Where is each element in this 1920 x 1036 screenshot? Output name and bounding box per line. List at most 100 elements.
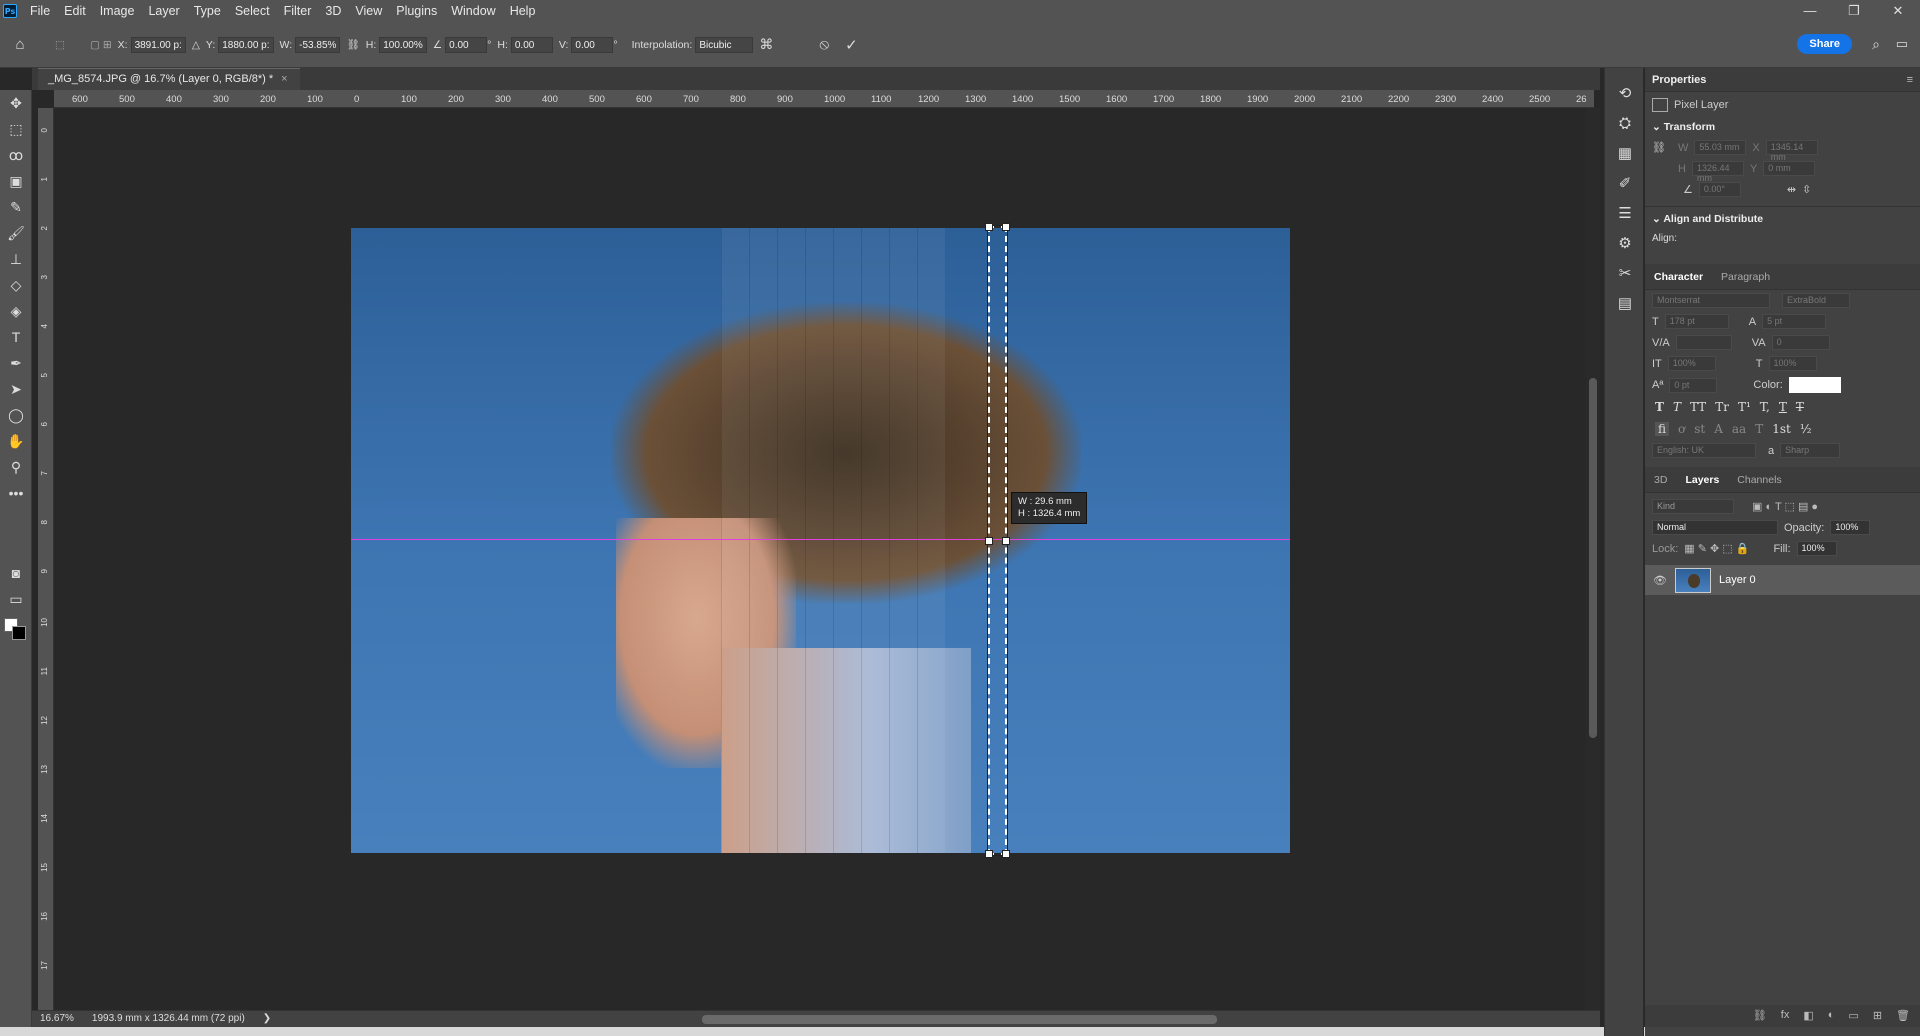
layer-filter-select[interactable]: Kind <box>1652 499 1734 514</box>
commit-transform-icon[interactable]: ✓ <box>845 36 858 54</box>
ordinals-button[interactable]: 1st <box>1772 422 1791 436</box>
screen-mode-icon[interactable]: ▭ <box>0 586 32 612</box>
brush-tool-icon[interactable]: 🖌 <box>0 220 32 246</box>
vertical-scroll-thumb[interactable] <box>1589 378 1597 738</box>
transform-bounding-box[interactable] <box>985 223 1010 858</box>
adjustment-layer-icon[interactable]: ◐ <box>1828 1009 1835 1023</box>
fractions-button[interactable]: ½ <box>1800 422 1812 436</box>
transform-handle[interactable] <box>1002 850 1010 858</box>
delta-icon[interactable]: △ <box>192 39 200 51</box>
marquee-tool-icon[interactable]: ⬚ <box>0 116 32 142</box>
reference-point-icon[interactable]: ▢ ⊞ <box>90 39 112 51</box>
transform-w-input[interactable]: 55.03 mm <box>1694 140 1747 155</box>
properties-icon[interactable]: ⚙ <box>1605 228 1645 258</box>
new-group-icon[interactable]: ▭ <box>1848 1009 1858 1023</box>
cancel-transform-icon[interactable]: ⦸ <box>819 36 829 53</box>
menu-plugins[interactable]: Plugins <box>389 0 444 22</box>
object-select-tool-icon[interactable]: ▣ <box>0 168 32 194</box>
antialias-select[interactable]: Sharp <box>1780 443 1841 458</box>
opacity-input[interactable]: 100% <box>1830 520 1871 535</box>
link-layers-icon[interactable]: ⛓ <box>1753 1009 1767 1023</box>
blend-mode-select[interactable]: Normal <box>1652 520 1778 535</box>
menu-file[interactable]: File <box>23 0 57 22</box>
fill-input[interactable]: 100% <box>1796 541 1837 556</box>
hand-tool-icon[interactable]: ✋ <box>0 428 32 454</box>
menu-filter[interactable]: Filter <box>277 0 319 22</box>
more-tools-icon[interactable]: ••• <box>0 480 32 506</box>
transform-handle[interactable] <box>985 223 993 231</box>
link-icon[interactable]: ⛓ <box>346 38 359 51</box>
ellipse-tool-icon[interactable]: ◯ <box>0 402 32 428</box>
menu-window[interactable]: Window <box>444 0 502 22</box>
delete-layer-icon[interactable]: 🗑 <box>1896 1009 1910 1023</box>
discretionary-ligatures-button[interactable]: st <box>1694 422 1705 436</box>
menu-image[interactable]: Image <box>93 0 142 22</box>
vertical-scrollbar[interactable] <box>1586 108 1600 1010</box>
titling-button[interactable]: T <box>1755 422 1763 436</box>
hskew-input[interactable]: 0.00 <box>510 36 553 53</box>
warp-icon[interactable]: ⌘ <box>759 36 773 53</box>
tab-channels[interactable]: Channels <box>1728 474 1790 486</box>
lock-icons[interactable]: ▦ ✎ ✥ ⬚ 🔒 <box>1684 542 1749 555</box>
eraser-tool-icon[interactable]: ◇ <box>0 272 32 298</box>
kerning-input[interactable] <box>1675 335 1732 350</box>
swash-button[interactable]: A <box>1714 422 1723 436</box>
w-input[interactable]: -53.85% <box>295 36 341 53</box>
home-icon[interactable]: ⌂ <box>0 36 40 53</box>
subscript-button[interactable]: T, <box>1760 400 1770 414</box>
visibility-eye-icon[interactable]: 👁 <box>1653 574 1667 587</box>
vertical-ruler[interactable]: 0123456789101112131415161718 <box>38 108 54 1019</box>
flip-horizontal-icon[interactable]: ⇹ <box>1787 183 1796 196</box>
minimize-button[interactable]: — <box>1788 0 1832 22</box>
vertical-scale-input[interactable]: 100% <box>1667 356 1716 371</box>
superscript-button[interactable]: T¹ <box>1738 400 1751 414</box>
small-caps-button[interactable]: Tr <box>1715 400 1729 414</box>
photo-canvas[interactable] <box>351 228 1290 853</box>
align-section-header[interactable]: ⌄ Align and Distribute <box>1645 206 1920 229</box>
transform-handle[interactable] <box>985 850 993 858</box>
stamp-tool-icon[interactable]: ⊥ <box>0 246 32 272</box>
x-input[interactable]: 3891.00 p: <box>130 36 186 53</box>
quick-mask-icon[interactable]: ◙ <box>0 560 32 586</box>
transform-h-input[interactable]: 1326.44 mm <box>1691 161 1744 183</box>
panel-menu-icon[interactable]: ≡ <box>1907 74 1913 86</box>
angle-input[interactable]: 0.00 <box>445 36 488 53</box>
baseline-input[interactable]: 0 pt <box>1669 377 1718 393</box>
transform-angle-input[interactable]: 0.00° <box>1698 182 1741 197</box>
faux-italic-button[interactable]: T <box>1673 400 1681 414</box>
3d-icon[interactable]: ⛭ <box>1605 108 1645 138</box>
interpolation-select[interactable]: Bicubic <box>695 36 754 53</box>
filter-icons[interactable]: ▣ ◐ T ⬚ ▤ ● <box>1752 500 1818 513</box>
horizontal-scroll-thumb[interactable] <box>702 1015 1217 1024</box>
restore-button[interactable]: ❐ <box>1832 0 1876 22</box>
horizontal-scale-input[interactable]: 100% <box>1768 356 1817 371</box>
background-color-swatch[interactable] <box>12 626 26 640</box>
faux-bold-button[interactable]: T <box>1655 400 1664 414</box>
vskew-input[interactable]: 0.00 <box>571 36 614 53</box>
lasso-tool-icon[interactable]: ꝏ <box>0 142 32 168</box>
menu-help[interactable]: Help <box>503 0 543 22</box>
layer-style-icon[interactable]: fx <box>1781 1009 1790 1023</box>
libraries-icon[interactable]: ▤ <box>1605 288 1645 318</box>
underline-button[interactable]: T <box>1779 400 1787 414</box>
move-tool-icon[interactable]: ✥ <box>0 90 32 116</box>
pen-tool-icon[interactable]: ✒ <box>0 350 32 376</box>
type-tool-icon[interactable]: T <box>0 324 32 350</box>
adjustments-icon[interactable]: ☰ <box>1605 198 1645 228</box>
text-color-swatch[interactable] <box>1788 377 1841 393</box>
share-button[interactable]: Share <box>1797 34 1852 54</box>
new-layer-icon[interactable]: ⊞ <box>1873 1009 1882 1023</box>
link-dimensions-icon[interactable]: ⛓ <box>1652 141 1672 154</box>
zoom-tool-icon[interactable]: ⚲ <box>0 454 32 480</box>
eyedropper-tool-icon[interactable]: ✎ <box>0 194 32 220</box>
old-style-button[interactable]: ơ <box>1678 422 1685 436</box>
font-style-select[interactable]: ExtraBold <box>1782 293 1850 308</box>
close-window-button[interactable]: ✕ <box>1876 0 1920 22</box>
tracking-input[interactable]: 0 <box>1771 335 1830 350</box>
tab-character[interactable]: Character <box>1645 271 1712 283</box>
font-size-input[interactable]: 178 pt <box>1664 314 1729 329</box>
flip-vertical-icon[interactable]: ⇳ <box>1802 183 1811 196</box>
menu-type[interactable]: Type <box>187 0 228 22</box>
stylistic-alternates-button[interactable]: aa <box>1732 422 1746 436</box>
transform-handle[interactable] <box>985 537 993 545</box>
